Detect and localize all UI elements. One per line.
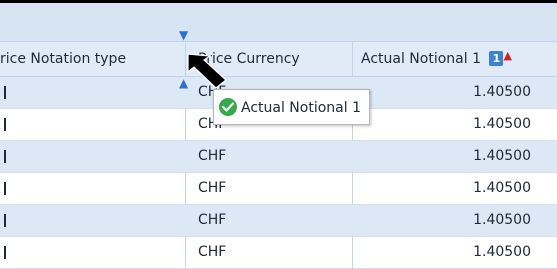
data-grid: rice Notation type Price Currency Actual… bbox=[0, 0, 557, 269]
table-row[interactable]: CHF 1.40500 bbox=[0, 237, 557, 269]
currency-cell: CHF bbox=[198, 212, 227, 228]
notation-type-cell bbox=[0, 237, 10, 268]
notional-cell: 1.40500 bbox=[473, 148, 531, 164]
table-row[interactable]: CHF 1.40500 bbox=[0, 205, 557, 237]
mouse-pointer-arrow-icon bbox=[187, 53, 227, 89]
notation-type-cell bbox=[0, 173, 10, 204]
notation-type-cell bbox=[0, 109, 10, 140]
table-row[interactable]: CHF 1.40500 bbox=[0, 141, 557, 173]
notional-cell: 1.40500 bbox=[473, 84, 531, 100]
drag-column-label: Actual Notional 1 bbox=[241, 100, 361, 116]
sort-indicator[interactable]: 1 ▲ bbox=[489, 49, 512, 68]
currency-cell: CHF bbox=[198, 180, 227, 196]
column-header-row: rice Notation type Price Currency Actual… bbox=[0, 42, 557, 77]
column-header-label: rice Notation type bbox=[0, 51, 127, 67]
notional-cell: 1.40500 bbox=[473, 244, 531, 260]
notional-cell: 1.40500 bbox=[473, 116, 531, 132]
sort-ascending-icon: ▲ bbox=[503, 49, 512, 62]
notation-type-cell bbox=[0, 141, 10, 172]
table-row[interactable]: CHF 1.40500 bbox=[0, 173, 557, 205]
notional-cell: 1.40500 bbox=[473, 180, 531, 196]
notional-cell: 1.40500 bbox=[473, 212, 531, 228]
drop-position-down-arrow-icon: ▼ bbox=[179, 28, 189, 42]
group-by-drop-zone[interactable] bbox=[0, 3, 557, 42]
notation-type-cell bbox=[0, 205, 10, 236]
currency-cell: CHF bbox=[198, 244, 227, 260]
notation-type-cell bbox=[0, 77, 10, 108]
column-header-price-notation-type[interactable]: rice Notation type bbox=[0, 42, 185, 76]
sort-order-badge: 1 bbox=[489, 51, 504, 66]
currency-cell: CHF bbox=[198, 148, 227, 164]
column-header-actual-notional-1[interactable]: Actual Notional 1 1 ▲ bbox=[352, 42, 557, 76]
column-header-label: Actual Notional 1 bbox=[361, 51, 481, 67]
